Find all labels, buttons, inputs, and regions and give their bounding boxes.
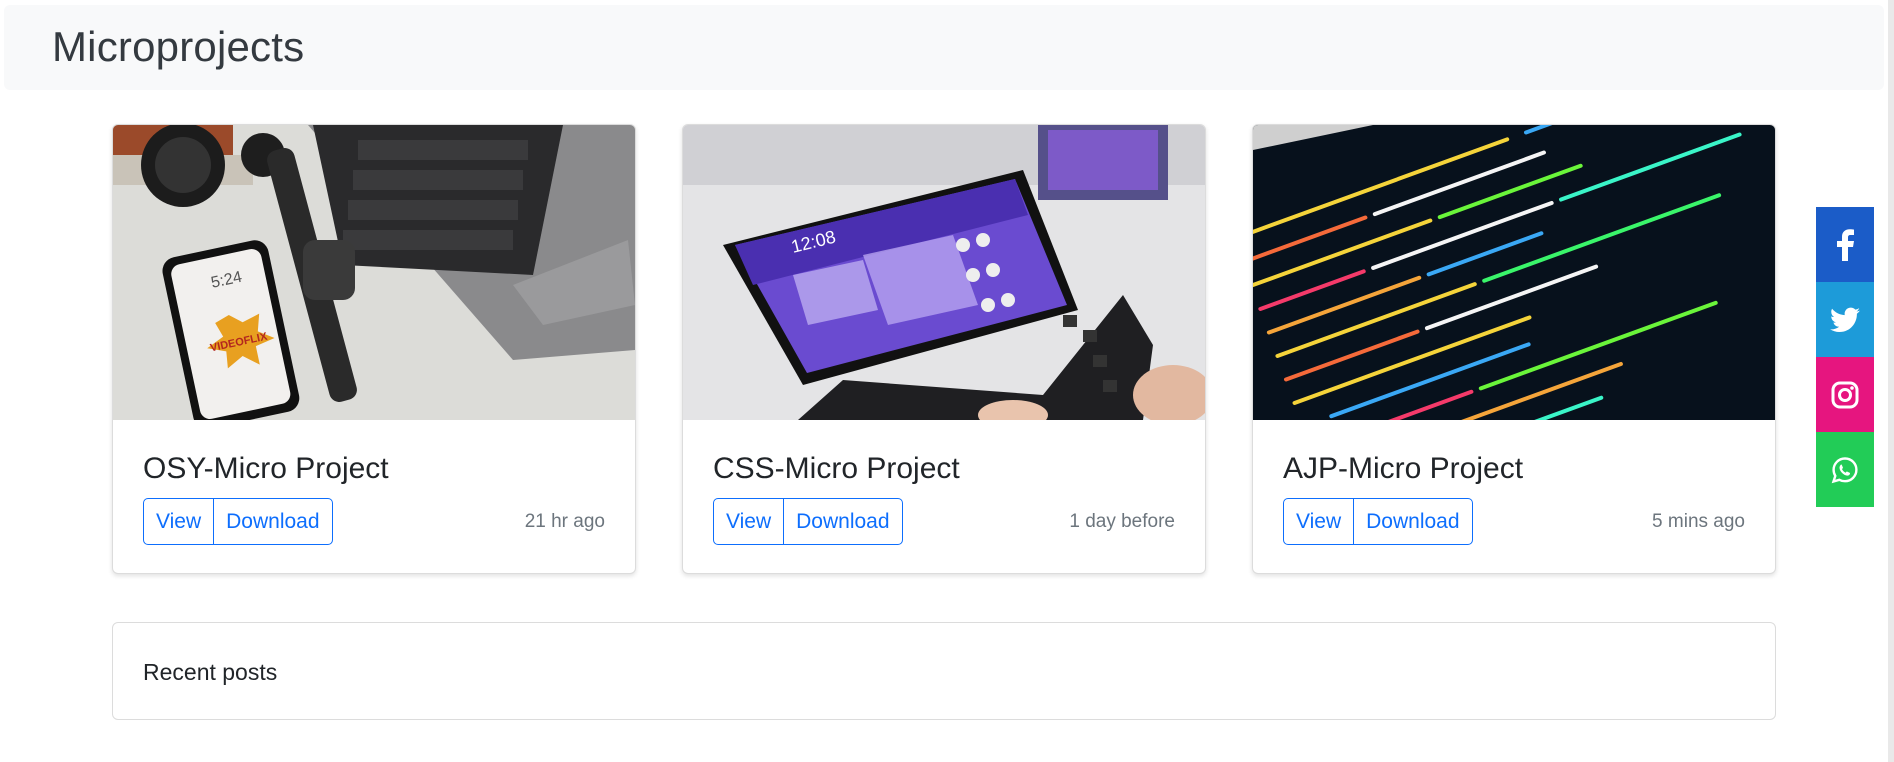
recent-posts-panel: Recent posts (112, 622, 1776, 720)
card-timestamp: 1 day before (1069, 511, 1175, 532)
recent-posts-heading: Recent posts (143, 659, 278, 685)
project-card-osy: 5:24 VIDEOFLIX OSY-Micro Project View Do… (112, 124, 636, 574)
card-title: OSY-Micro Project (143, 452, 389, 485)
page-title: Microprojects (52, 23, 305, 70)
card-image-code (1253, 125, 1775, 420)
card-actions: View Download (713, 498, 903, 545)
page: Microprojects 5:24 VIDEOFLIX OSY-Micro P… (0, 0, 1894, 762)
card-timestamp: 5 mins ago (1652, 511, 1745, 532)
card-timestamp: 21 hr ago (524, 511, 605, 532)
project-card-css: 12:08 CSS-Micro Project View Download 1 … (682, 124, 1206, 574)
project-card-ajp: AJP-Micro Project View Download 5 mins a… (1252, 124, 1776, 574)
card-title: CSS-Micro Project (713, 452, 960, 485)
facebook-link[interactable] (1816, 207, 1874, 282)
facebook-icon (1837, 228, 1854, 261)
header-banner: Microprojects (4, 5, 1884, 90)
download-button[interactable]: Download (783, 498, 903, 545)
card-image-laptop-phone: 5:24 VIDEOFLIX (113, 125, 635, 420)
twitter-link[interactable] (1816, 282, 1874, 357)
view-button[interactable]: View (143, 498, 215, 545)
view-button[interactable]: View (1283, 498, 1355, 545)
whatsapp-icon (1831, 456, 1858, 483)
card-title: AJP-Micro Project (1283, 452, 1524, 485)
social-sidebar (1816, 207, 1874, 507)
twitter-icon (1830, 307, 1860, 332)
instagram-link[interactable] (1816, 357, 1874, 432)
card-image-tablet: 12:08 (683, 125, 1205, 420)
view-button[interactable]: View (713, 498, 785, 545)
download-button[interactable]: Download (213, 498, 333, 545)
instagram-icon (1831, 381, 1859, 408)
download-button[interactable]: Download (1353, 498, 1473, 545)
card-actions: View Download (143, 498, 333, 545)
scrollbar[interactable] (1888, 0, 1894, 762)
card-actions: View Download (1283, 498, 1473, 545)
whatsapp-link[interactable] (1816, 432, 1874, 507)
